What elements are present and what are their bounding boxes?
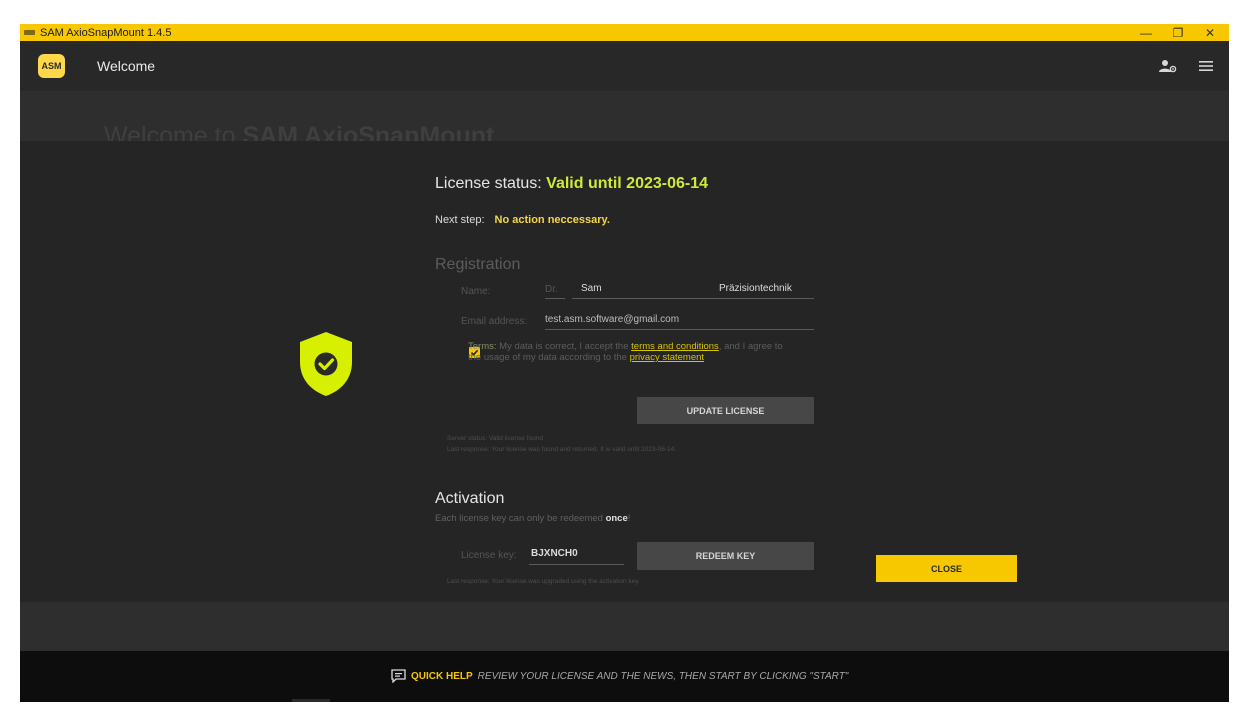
activation-sub-bold: once (605, 513, 628, 524)
license-status-value: Valid until 2023-06-14 (546, 175, 709, 192)
server-status: Server status: Valid license found (447, 435, 543, 442)
activation-sub-text: Each license key can only be redeemed (435, 513, 606, 524)
app-logo: ASM (38, 54, 65, 78)
menu-icon[interactable] (1191, 51, 1221, 81)
next-step-label: Next step: (435, 214, 485, 226)
shield-check-icon (300, 332, 352, 396)
app-bar: ASM Welcome (20, 41, 1229, 91)
activation-last-response: Last response: Your license was upgraded… (447, 578, 640, 585)
quick-help: QUICK HELP REVIEW YOUR LICENSE AND THE N… (391, 669, 848, 683)
quick-help-label: QUICK HELP (411, 670, 473, 682)
privacy-link[interactable]: privacy statement (630, 352, 704, 363)
name-label: Name: (461, 286, 491, 297)
license-status: License status: Valid until 2023-06-14 (435, 175, 708, 193)
minimize-button[interactable]: — (1133, 24, 1159, 41)
quick-help-message: REVIEW YOUR LICENSE AND THE NEWS, THEN S… (477, 670, 849, 682)
user-settings-icon[interactable] (1153, 51, 1183, 81)
first-name-field[interactable]: Sam (581, 283, 602, 294)
chat-icon (391, 669, 406, 683)
terms-strong: Terms: (468, 341, 497, 352)
terms-text: Terms: My data is correct, I accept the … (468, 341, 783, 363)
registration-last-response: Last response: Your license was found an… (447, 446, 677, 453)
activation-sub-end: ! (627, 513, 631, 524)
license-key-field[interactable]: BJXNCH0 (531, 548, 578, 559)
title-field[interactable]: Dr. (545, 284, 558, 295)
terms-text-3: the usage of my data according to the (468, 352, 630, 363)
terms-text-1: My data is correct, I accept the (496, 341, 632, 352)
close-button[interactable]: CLOSE (876, 555, 1017, 582)
scroll-indicator (292, 699, 330, 702)
activation-heading: Activation (435, 490, 505, 507)
title-bar: SAM AxioSnapMount 1.4.5 — ❐ ✕ (20, 24, 1229, 41)
registration-heading: Registration (435, 256, 521, 273)
last-name-field[interactable]: Präzisiontechnik (719, 283, 792, 294)
license-key-label: License key: (461, 550, 517, 561)
email-field[interactable]: test.asm.software@gmail.com (545, 314, 679, 325)
quick-help-bar: QUICK HELP REVIEW YOUR LICENSE AND THE N… (20, 651, 1229, 702)
redeem-key-button[interactable]: REDEEM KEY (637, 542, 814, 570)
terms-text-2: , and I agree to (718, 341, 783, 352)
license-status-label: License status: (435, 175, 547, 192)
activation-subtext: Each license key can only be redeemed on… (435, 513, 630, 524)
restore-button[interactable]: ❐ (1165, 24, 1191, 41)
next-step-value: No action neccessary. (494, 214, 610, 226)
update-license-button[interactable]: UPDATE LICENSE (637, 397, 814, 424)
email-label: Email address: (461, 316, 528, 327)
next-step: Next step: No action neccessary. (435, 214, 610, 226)
license-dialog: License status: Valid until 2023-06-14 N… (20, 141, 1229, 602)
close-window-button[interactable]: ✕ (1197, 24, 1223, 41)
terms-link[interactable]: terms and conditions (631, 341, 719, 352)
app-window: SAM AxioSnapMount 1.4.5 — ❐ ✕ ASM Welcom… (20, 24, 1229, 702)
window-title: SAM AxioSnapMount 1.4.5 (40, 26, 172, 39)
page-title: Welcome (97, 58, 156, 74)
app-icon (24, 30, 35, 35)
